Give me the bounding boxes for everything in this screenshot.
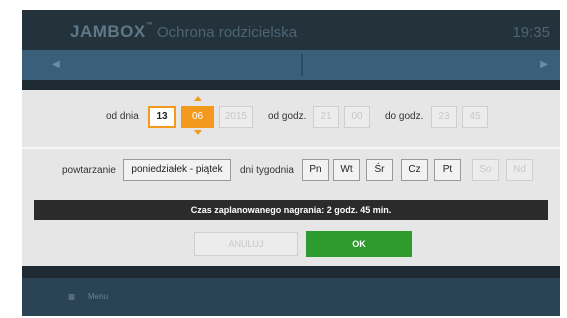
repeat-label: powtarzanie (62, 165, 116, 176)
schedule-dialog: od dnia 13 06 2015 od godz. 21 00 do god… (22, 90, 560, 266)
weekday-button[interactable]: Pt (434, 159, 461, 181)
from-minute-field[interactable]: 00 (344, 106, 370, 128)
weekday-button[interactable]: Nd (506, 159, 533, 181)
month-field[interactable]: 06 (181, 106, 214, 128)
top-bar: JAMBOX™ Ochrona rodzicielska 19:35 (22, 10, 560, 50)
divider (22, 147, 560, 149)
weekday-button[interactable]: Cz (401, 159, 428, 181)
from-hour-field[interactable]: 21 (313, 106, 339, 128)
weekday-button[interactable]: Śr (366, 159, 393, 181)
ok-button[interactable]: OK (306, 231, 412, 257)
year-field[interactable]: 2015 (219, 106, 253, 128)
time-to-label: do godz. (385, 111, 424, 122)
weekday-button[interactable]: So (472, 159, 499, 181)
weekday-button[interactable]: Wt (333, 159, 360, 181)
to-hour-field[interactable]: 23 (431, 106, 457, 128)
clock: 19:35 (512, 24, 550, 41)
channel-nav-bar: ◀ ▶ (22, 50, 560, 80)
to-minute-field[interactable]: 45 (462, 106, 488, 128)
time-from-label: od godz. (268, 111, 307, 122)
arrow-right-icon[interactable]: ▶ (540, 59, 548, 70)
weekday-button[interactable]: Pn (302, 159, 329, 181)
weekdays-label: dni tygodnia (240, 165, 294, 176)
nav-separator (301, 54, 303, 76)
month-up-icon[interactable] (194, 96, 202, 101)
tv-screen: JAMBOX™ Ochrona rodzicielska 19:35 ◀ ▶ ■… (22, 10, 560, 316)
arrow-left-icon[interactable]: ◀ (52, 59, 60, 70)
menu-label[interactable]: Menu (88, 292, 108, 301)
month-down-icon[interactable] (194, 130, 202, 135)
brand-logo: JAMBOX™ (70, 22, 154, 41)
day-field[interactable]: 13 (148, 106, 176, 128)
date-label: od dnia (106, 111, 139, 122)
cancel-button[interactable]: ANULUJ (194, 232, 298, 256)
menu-icon[interactable]: ≡ (68, 290, 75, 304)
repeat-select[interactable]: poniedziałek - piątek (123, 159, 231, 181)
page-title: Ochrona rodzicielska (157, 24, 298, 41)
bottom-bar: ≡ Menu (22, 278, 560, 316)
recording-time-note: Czas zaplanowanego nagrania: 2 godz. 45 … (34, 200, 548, 220)
